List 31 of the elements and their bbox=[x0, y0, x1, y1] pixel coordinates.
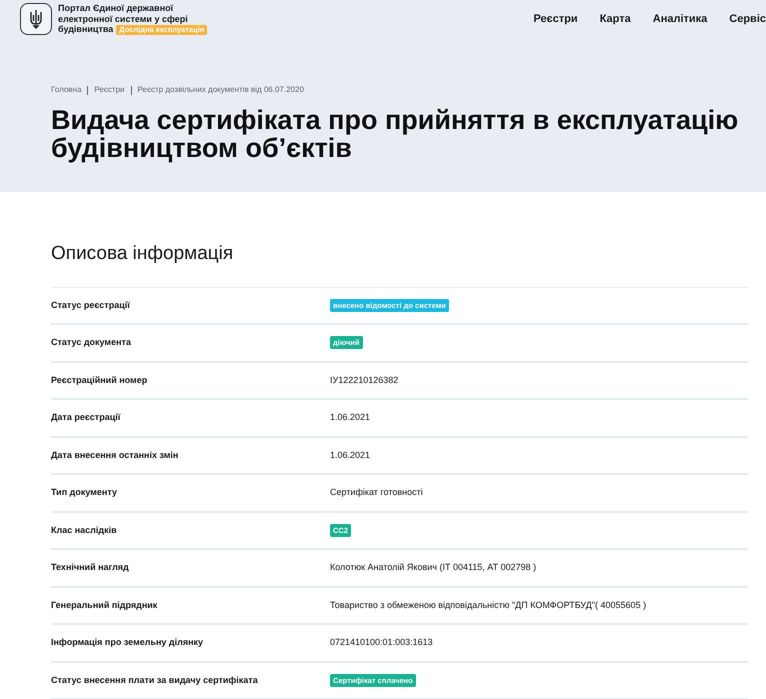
field-label: Клас наслідків bbox=[51, 524, 118, 537]
nav-link[interactable]: Карта bbox=[600, 10, 631, 28]
field-label: Інформація про земельну ділянку bbox=[51, 636, 204, 649]
portal-title: будівництва bbox=[58, 24, 114, 35]
field-label: Статус документа bbox=[51, 336, 132, 349]
page-title: Видача сертифіката про прийняття в експлуатацію будівництвом об’єктів bbox=[51, 106, 740, 162]
field-value: Товариство з обмеженою відповідальністю "ДП КОМФОРТБУД"( 40055605 ) bbox=[330, 598, 646, 612]
trident-icon bbox=[29, 9, 43, 29]
nav-link[interactable]: Аналітика bbox=[652, 10, 708, 28]
field-value: Сертифікат готовності bbox=[330, 486, 423, 499]
field-label: Реєстраційний номер bbox=[51, 374, 148, 387]
section-title: Описова інформація bbox=[51, 242, 234, 266]
field-value: 0721410100:01:003:1613 bbox=[330, 636, 433, 649]
field-value: Колотюк Анатолій Якович (ІТ 004115, АТ 002798 ) bbox=[330, 561, 536, 574]
field-label: Дата внесення останніх змін bbox=[51, 448, 180, 462]
nav-link[interactable]: Сервіс bbox=[729, 10, 766, 28]
field-value: ІУ122210126382 bbox=[330, 374, 398, 386]
breadcrumb-link[interactable]: Реєстри bbox=[94, 84, 125, 96]
field-label: Дата реєстрації bbox=[51, 411, 122, 424]
portal-title: Портал Єдиної державної bbox=[58, 3, 174, 14]
field-label: Статус реєстрації bbox=[51, 298, 131, 312]
portal-title: електронної системи у сфері bbox=[58, 14, 188, 24]
breadcrumb-link[interactable]: Головна bbox=[51, 84, 82, 96]
breadcrumb-link[interactable]: Реєстр дозвільних документів від 06.07.2020 bbox=[138, 84, 304, 96]
field-label: Технічний нагляд bbox=[51, 561, 130, 574]
field-value: 1.06.2021 bbox=[330, 448, 370, 462]
field-label: Тип документу bbox=[51, 486, 118, 499]
field-value: 1.06.2021 bbox=[330, 411, 370, 424]
field-label: Статус внесення плати за видачу сертифіката bbox=[51, 674, 259, 687]
field-label: Генеральний підрядник bbox=[51, 598, 158, 612]
nav-link[interactable]: Реєстри bbox=[533, 10, 578, 28]
